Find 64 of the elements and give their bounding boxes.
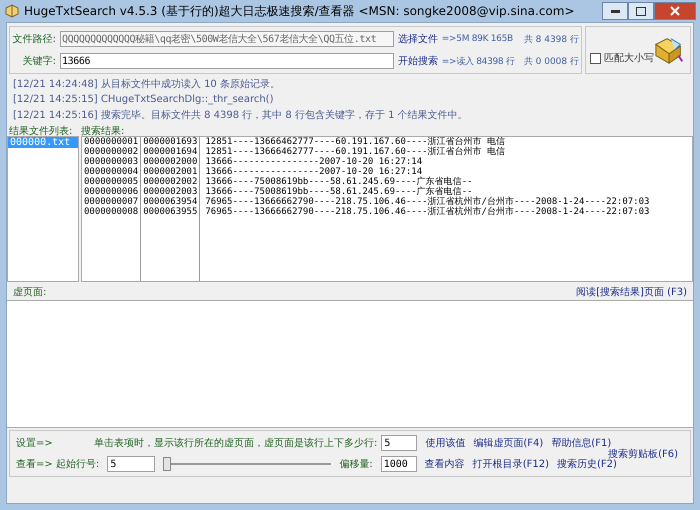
view-label: 查看=> 起始行号: — [16, 458, 100, 471]
result-text-cell-text: 13666----75008619bb----58.61.245.69----广东省电信-- — [205, 177, 474, 187]
keyword-field[interactable]: 13666 — [60, 53, 394, 69]
result-text-cell-text: 13666----------------2007-10-20 16:27:14 — [205, 157, 424, 167]
line-number-cell: 0000001693 — [143, 137, 198, 147]
line-number-cell: 0000002003 — [143, 187, 198, 197]
history-link[interactable]: 搜索历史(F2) — [556, 457, 617, 471]
row-index-cell: 0000000006 — [84, 187, 138, 197]
row-index-cell: 0000000003 — [84, 157, 138, 167]
view-content-link[interactable]: 查看内容 — [424, 457, 465, 471]
path-label: 文件路径: — [12, 32, 56, 46]
keyword-label: 关键字: — [22, 54, 56, 68]
slider-thumb[interactable] — [163, 457, 172, 471]
row-index-cell: 0000000005 — [84, 177, 138, 187]
start-search-link[interactable]: 开始搜索 — [398, 54, 438, 68]
row-index-cell: 0000000008 — [84, 207, 138, 217]
line-number-cell: 0000002001 — [143, 167, 198, 177]
virtual-page-label: 虚页面: — [13, 286, 46, 297]
total-lines: 共 8 4398 行 — [524, 34, 579, 46]
use-value-link[interactable]: 使用该值 — [425, 436, 466, 450]
settings-label: 设置=> — [16, 436, 54, 450]
row-index-cell: 0000000001 — [84, 137, 138, 147]
result-text-cell: 76965----13666662790----218.75.106.46----浙江省杭州市/台州市----2008-1-24----22:07:03 — [205, 197, 650, 207]
line-number-cell: 0000063954 — [143, 197, 198, 207]
result-text-cell-text: 13666----------------2007-10-20 16:27:14 — [205, 167, 422, 177]
maximize-button[interactable] — [628, 2, 654, 20]
minimize-button[interactable] — [602, 2, 628, 20]
window-title: HugeTxtSearch v4.5.3 (基于行的)超大日志极速搜索/查看器 <MSN: songke2008@vip.sina.com> — [24, 2, 575, 20]
line-number-cell: 0000002002 — [143, 177, 198, 187]
log-line: [12/21 14:25:16] 搜索完毕。目标文件共 8 4398 行，其中 8 行包含关键字，存于 1 个结果文件中。 — [13, 108, 469, 122]
match-case-checkbox[interactable]: 匹配大小写 — [590, 51, 654, 65]
row-index-cell: 0000000004 — [84, 167, 138, 177]
row-index-cell: 0000000007 — [84, 197, 138, 207]
maximize-icon — [636, 6, 646, 16]
select-file-link[interactable]: 选择文件 — [398, 32, 438, 46]
minimize-icon — [610, 10, 620, 12]
log-line: [12/21 14:25:15] CHugeTxtSearchDlg::_thr_search() — [13, 94, 274, 105]
read-results-link[interactable]: 阅读[搜索结果]页面 (F3) — [576, 285, 687, 297]
offset-field[interactable]: 1000 — [380, 456, 417, 472]
results-label: 搜索结果: — [81, 124, 124, 136]
log-line: [12/21 14:24:48] 从目标文件中成功读入 10 条原始记录。 — [13, 78, 281, 91]
result-files-label: 结果文件列表: — [9, 124, 74, 136]
app-icon — [4, 3, 20, 19]
offset-slider[interactable] — [163, 457, 332, 471]
result-text-cell-text: 13666----75008619bb----58.61.245.69----广东省电信-- — [205, 187, 473, 197]
context-hint: 单击表项时，显示该行所在的虚页面，虚页面是该行上下多少行: — [94, 436, 378, 450]
found-lines: 共 0 0008 行 — [524, 56, 579, 68]
offset-label: 偏移量: — [339, 458, 373, 471]
open-root-link[interactable]: 打开根目录(F12) — [472, 457, 549, 471]
close-icon — [670, 6, 680, 16]
context-lines-field[interactable]: 5 — [381, 435, 418, 451]
line-number-cell: 0000002000 — [143, 157, 198, 167]
help-link[interactable]: 帮助信息(F1) — [551, 436, 612, 450]
line-number-cell: 0000001694 — [143, 147, 198, 157]
row-index-cell: 0000000002 — [84, 147, 138, 157]
read-info: =>读入 84398 行 — [442, 56, 516, 68]
path-field[interactable]: QQQQQQQQQQQQQ秘籍\qq老密\500W老信大全\567老信大全\QQ五位.txt — [60, 31, 394, 47]
close-button[interactable] — [654, 2, 696, 20]
start-line-field[interactable]: 5 — [107, 456, 156, 472]
line-number-cell: 0000063955 — [143, 207, 198, 217]
result-text-cell-text: 12851----13666462777----60.191.167.60----浙江省台州市 电信 — [205, 147, 506, 157]
edit-page-link[interactable]: 编辑虚页面(F4) — [473, 436, 544, 450]
result-text-cell: 76965----13666662790----218.75.106.46----浙江省杭州市/台州市----2008-1-24----22:07:03 — [205, 207, 650, 217]
size-info: =>5M 89K 165B — [442, 34, 514, 44]
